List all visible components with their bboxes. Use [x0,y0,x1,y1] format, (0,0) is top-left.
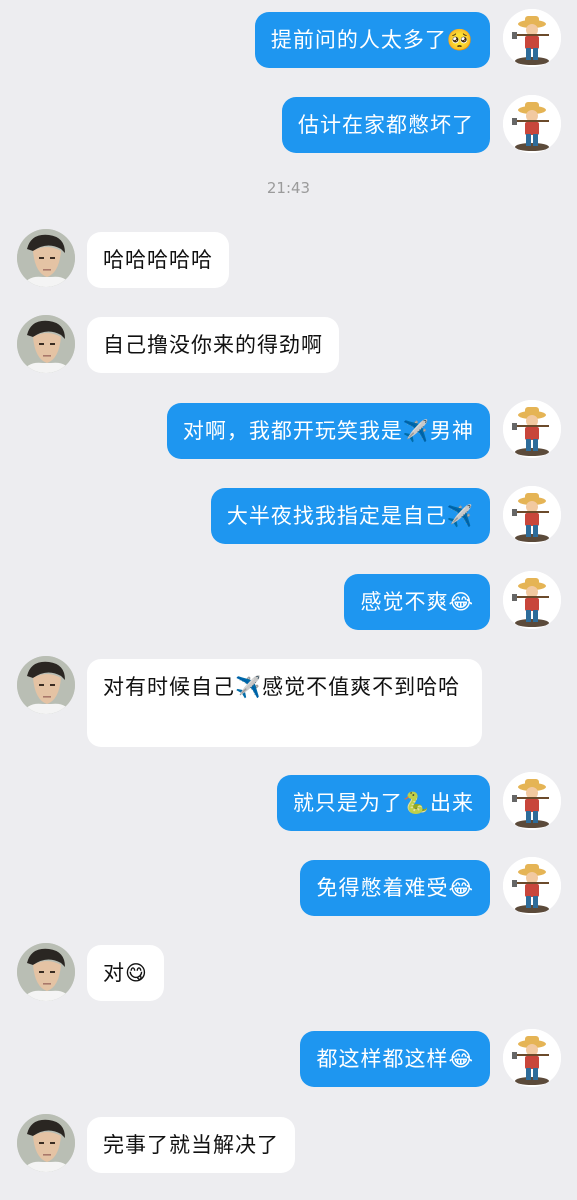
farmer-avatar[interactable] [503,857,561,915]
message-bubble-sent[interactable]: 提前问的人太多了🥺 [254,12,490,68]
man-avatar[interactable] [17,1114,75,1172]
message-bubble-received[interactable]: 对有时候自己✈️感觉不值爽不到哈哈 [87,659,482,747]
farmer-avatar[interactable] [503,486,561,544]
message-bubble-sent[interactable]: 估计在家都憋坏了 [282,97,490,153]
man-avatar[interactable] [17,656,75,714]
farmer-avatar[interactable] [503,1029,561,1087]
timestamp: 21:43 [266,179,311,197]
farmer-avatar[interactable] [503,400,561,458]
farmer-avatar[interactable] [503,571,561,629]
farmer-avatar[interactable] [503,772,561,830]
farmer-avatar[interactable] [503,95,561,153]
message-bubble-received[interactable]: 对😋 [87,945,164,1001]
message-bubble-received[interactable]: 完事了就当解决了 [87,1117,295,1173]
message-bubble-sent[interactable]: 都这样都这样😂 [300,1031,490,1087]
message-bubble-received[interactable]: 哈哈哈哈哈 [87,232,229,288]
message-bubble-sent[interactable]: 就只是为了🐍出来 [276,775,490,831]
message-bubble-sent[interactable]: 对啊，我都开玩笑我是✈️男神 [166,403,490,459]
message-bubble-sent[interactable]: 感觉不爽😂 [344,574,490,630]
man-avatar[interactable] [17,315,75,373]
message-bubble-sent[interactable]: 免得憋着难受😂 [300,860,490,916]
message-bubble-sent[interactable]: 大半夜找我指定是自己✈️ [210,488,490,544]
man-avatar[interactable] [17,229,75,287]
man-avatar[interactable] [17,943,75,1001]
farmer-avatar[interactable] [503,9,561,67]
message-bubble-received[interactable]: 自己撸没你来的得劲啊 [87,317,339,373]
